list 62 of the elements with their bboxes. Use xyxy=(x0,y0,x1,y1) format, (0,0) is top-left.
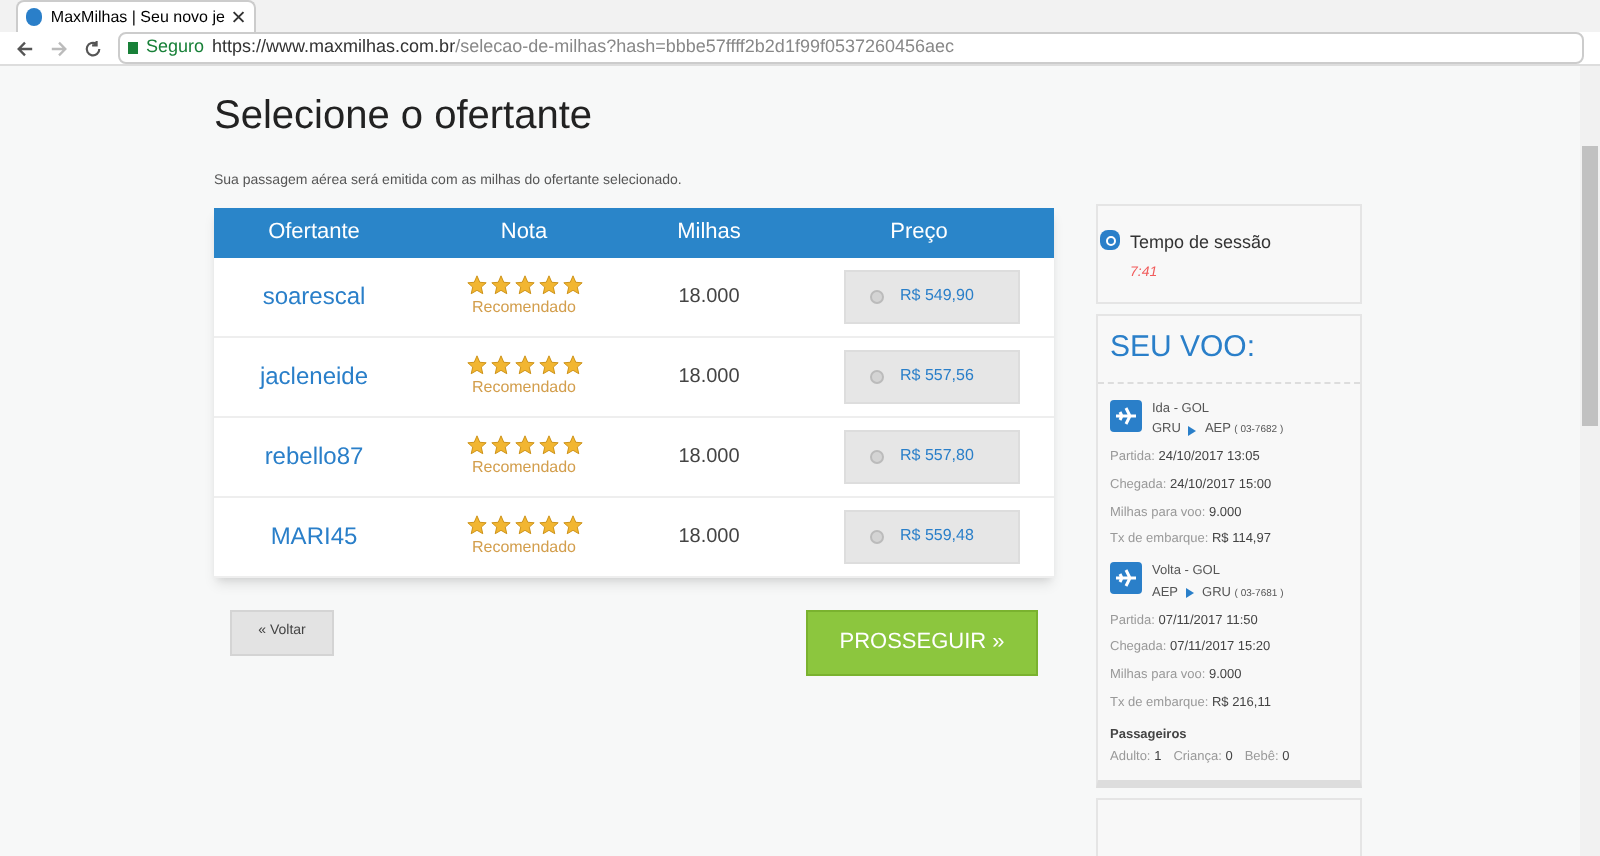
price-option[interactable]: R$ 557,80 xyxy=(844,429,1020,483)
seller-link[interactable]: rebello87 xyxy=(214,438,414,474)
column-header: Ofertante xyxy=(266,217,362,248)
star-icon xyxy=(537,273,559,295)
seller-link[interactable]: MARI45 xyxy=(214,518,414,554)
back-icon[interactable] xyxy=(16,39,34,57)
page-title: Selecione o ofertante xyxy=(214,92,595,142)
star-icon xyxy=(489,433,511,455)
star-icon xyxy=(561,433,583,455)
airplane-icon xyxy=(1110,562,1142,594)
forward-icon[interactable] xyxy=(50,39,68,57)
star-icon xyxy=(561,513,583,535)
site-logo-icon xyxy=(26,8,43,26)
address-bar[interactable]: Seguro https://www.maxmilhas.com.br/selecao-de-milhas?hash=bbbe57ffff2b2d1f99f0537260456aec xyxy=(118,32,1584,64)
star-icon xyxy=(465,273,487,295)
radio-button[interactable] xyxy=(870,529,884,543)
star-icon xyxy=(513,433,535,455)
star-icon xyxy=(561,273,583,295)
caret-icon xyxy=(1188,425,1197,436)
rating-label: Recomendado xyxy=(471,375,577,399)
star-icon xyxy=(489,273,511,295)
price-option[interactable]: R$ 557,56 xyxy=(844,349,1020,403)
seller-link[interactable]: soarescal xyxy=(214,278,414,314)
caret-icon xyxy=(1186,588,1195,599)
session-label: Tempo de sessão xyxy=(1130,230,1272,256)
star-icon xyxy=(513,353,535,375)
radio-button[interactable] xyxy=(870,289,884,303)
radio-button[interactable] xyxy=(870,449,884,463)
column-header: Nota xyxy=(498,217,550,248)
star-icon xyxy=(537,353,559,375)
url-text: https://www.maxmilhas.com.br/selecao-de-milhas?hash=bbbe57ffff2b2d1f99f0537260456aec xyxy=(212,34,955,61)
star-icon xyxy=(489,353,511,375)
star-icon xyxy=(465,513,487,535)
star-icon xyxy=(489,513,511,535)
column-header: Preço xyxy=(888,217,950,248)
reload-icon[interactable] xyxy=(84,39,102,57)
miles-value: 18.000 xyxy=(676,523,742,551)
radio-button[interactable] xyxy=(870,369,884,383)
miles-value: 18.000 xyxy=(676,443,742,471)
column-header: Milhas xyxy=(675,217,743,248)
secure-label: Seguro xyxy=(146,34,205,61)
star-icon xyxy=(537,433,559,455)
rating-label: Recomendado xyxy=(471,455,577,479)
star-icon xyxy=(465,353,487,375)
star-icon xyxy=(561,353,583,375)
price-option[interactable]: R$ 549,90 xyxy=(844,269,1020,323)
rating-label: Recomendado xyxy=(471,295,577,319)
star-icon xyxy=(537,513,559,535)
star-icon xyxy=(513,273,535,295)
tab-title: MaxMilhas | Seu novo je xyxy=(50,5,225,29)
flight-title: SEU VOO: xyxy=(1098,316,1360,383)
close-icon[interactable] xyxy=(232,10,246,24)
miles-value: 18.000 xyxy=(676,363,742,391)
rating-label: Recomendado xyxy=(471,535,577,559)
star-icon xyxy=(465,433,487,455)
seller-link[interactable]: jacleneide xyxy=(214,358,414,394)
scrollbar-thumb[interactable] xyxy=(1582,146,1598,426)
browser-tab[interactable]: MaxMilhas | Seu novo je xyxy=(16,0,256,32)
star-icon xyxy=(513,513,535,535)
price-option[interactable]: R$ 559,48 xyxy=(844,509,1020,563)
miles-value: 18.000 xyxy=(676,283,742,311)
airplane-icon xyxy=(1110,399,1142,431)
